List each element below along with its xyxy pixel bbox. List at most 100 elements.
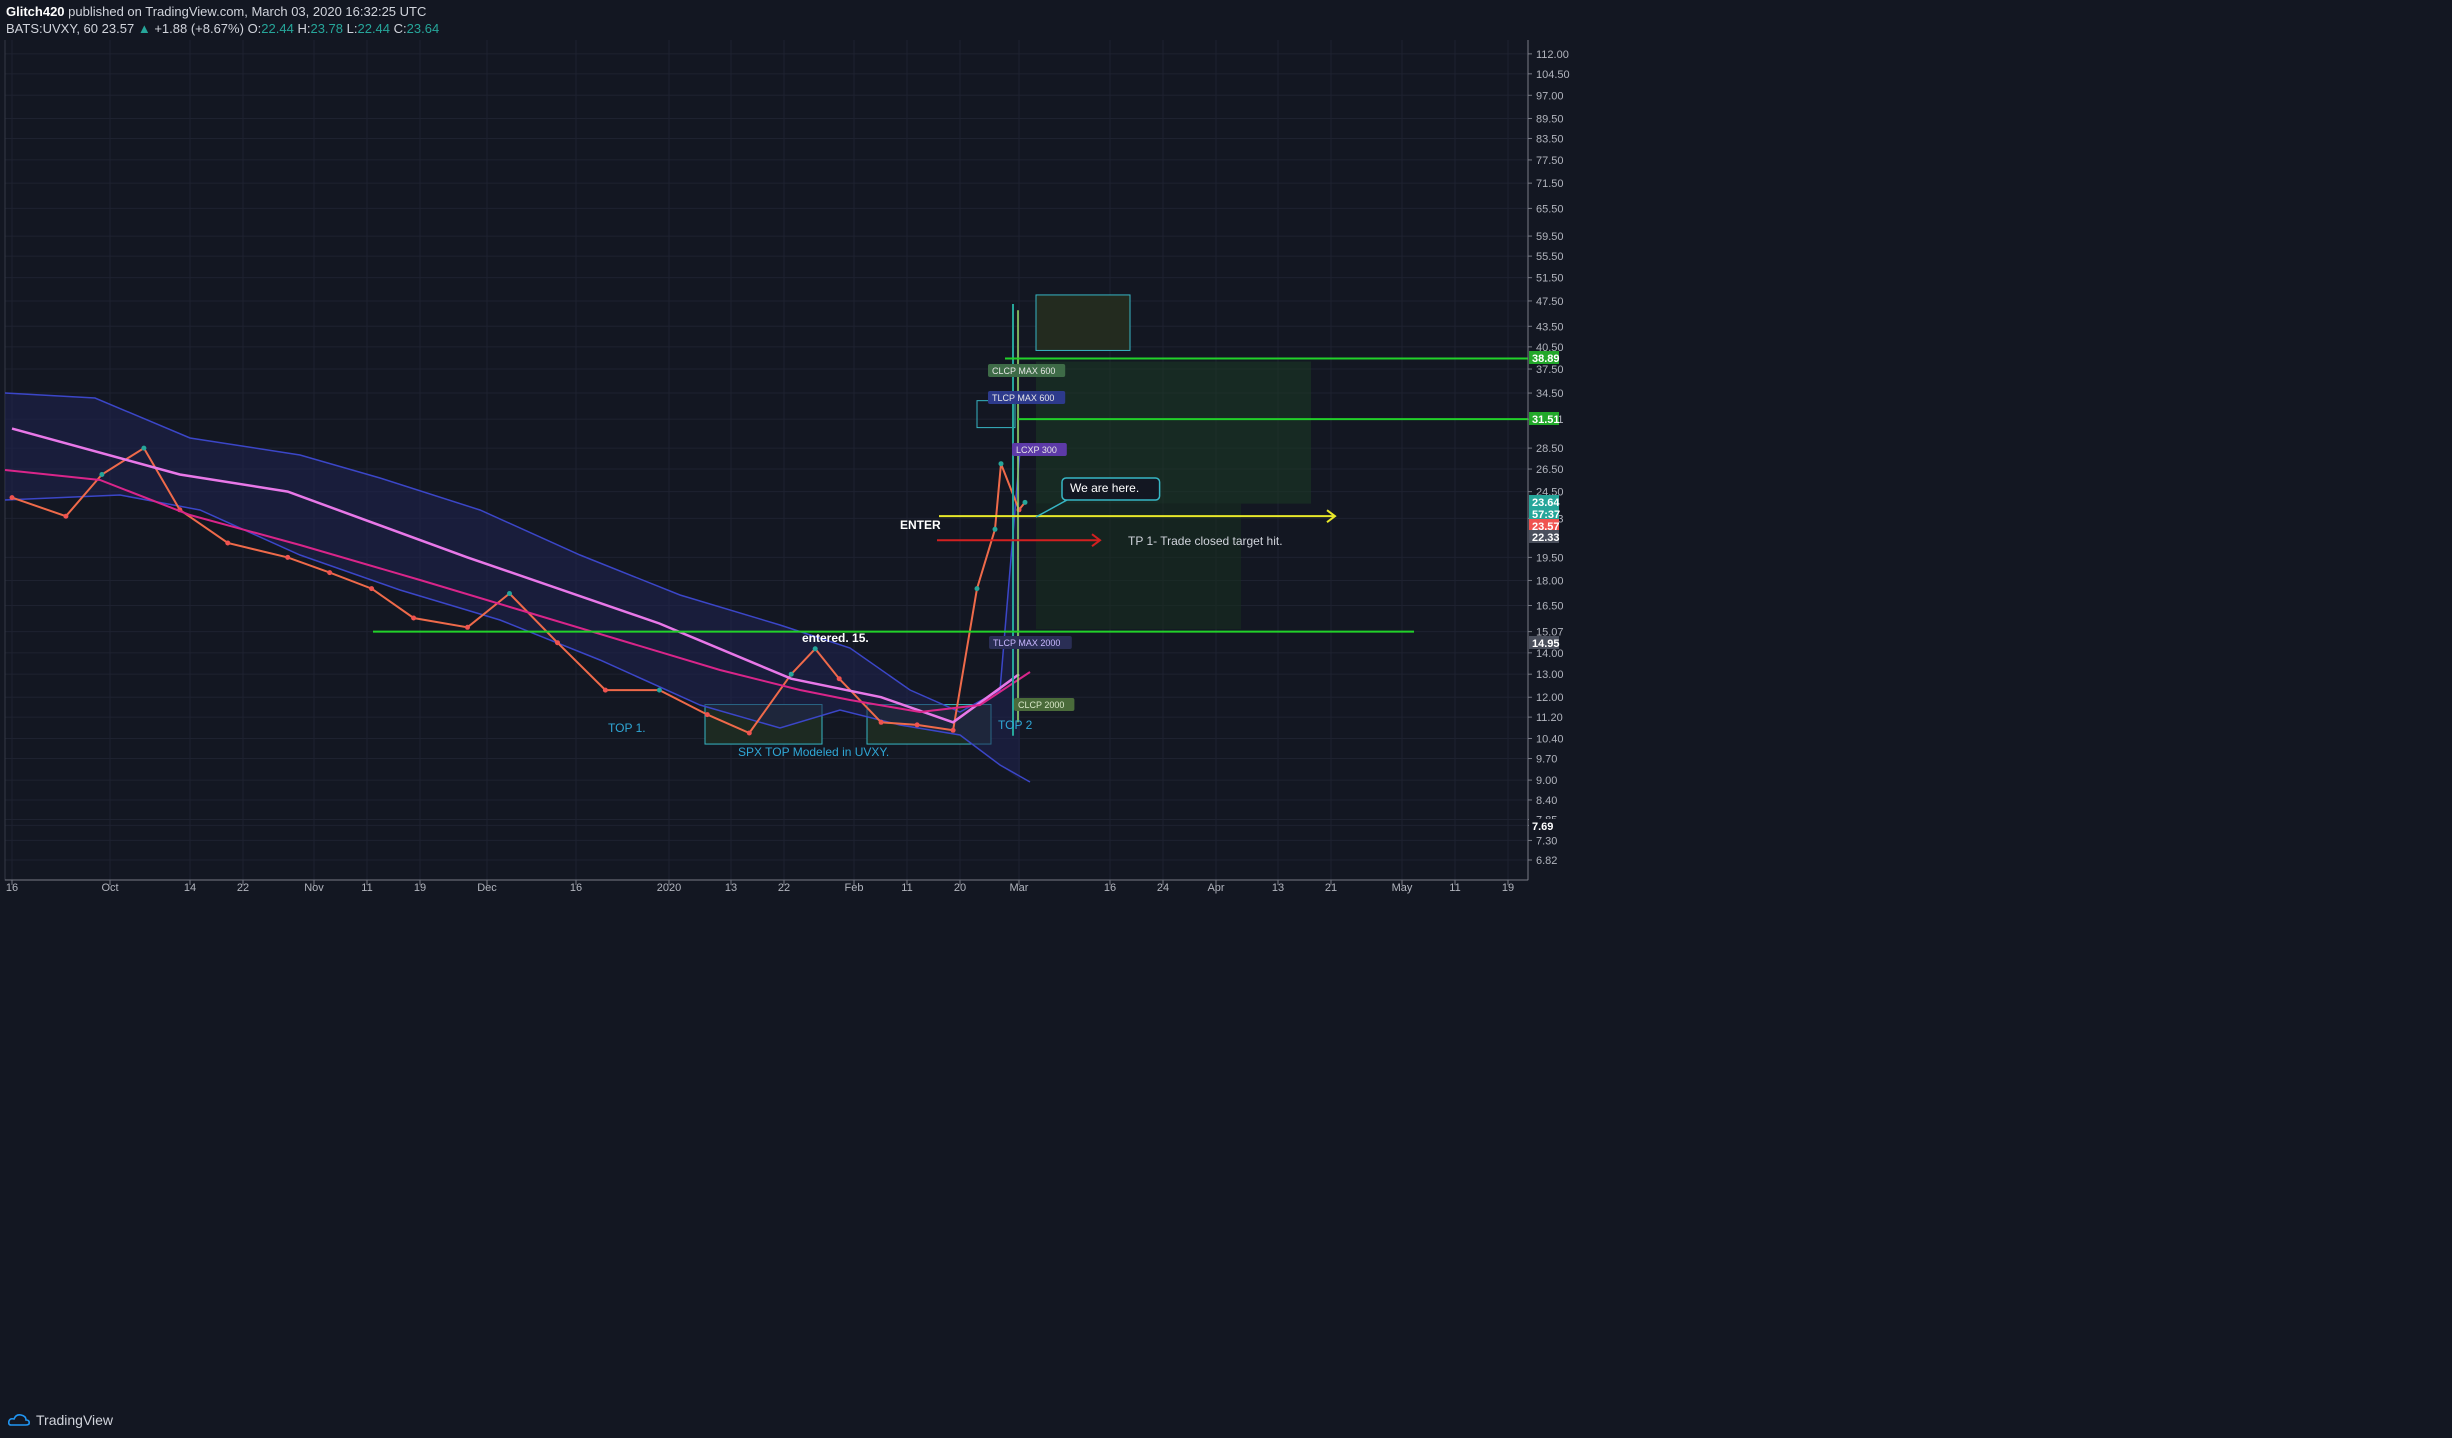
price-point [878,719,884,725]
chart-header: Glitch420 published on TradingView.com, … [0,0,2452,40]
time-tick-label: 21 [1325,882,1337,894]
annotation-label: CLCP MAX 600 [992,366,1055,376]
price-tick-label: 26.50 [1536,464,1564,476]
price-point [99,472,105,477]
price-tick-label: 89.50 [1536,113,1564,125]
price-point [9,495,15,501]
price-point [836,676,842,682]
price-point [285,554,291,560]
time-tick-label: 11 [901,882,912,894]
close-value: 23.64 [406,21,440,36]
price-tick-label: 97.00 [1536,90,1564,102]
time-tick-label: 16 [570,882,582,894]
price-axis[interactable]: 120.00 112.00 104.50 97.00 89.50 83.50 77.50 71… [1527,40,1570,880]
price-tick-label: 9.00 [1536,775,1557,787]
price-point [327,570,333,576]
annotation-label: TOP 2 [998,718,1033,732]
time-tick-label: 20 [954,882,966,894]
price-point [656,687,662,693]
price-label-value: 7.69 [1532,821,1553,833]
time-tick-label: 22 [778,882,790,894]
time-tick-label: 22 [237,882,249,894]
open-value: 22.44 [261,21,294,36]
time-tick-label: 13 [1272,882,1284,894]
price-tick-label: 71.50 [1536,178,1564,190]
annotation-label: entered. 15. [802,631,869,645]
time-tick-label: Mar [1010,882,1029,894]
time-tick-label: 14 [184,882,196,894]
price-tick-label: 77.50 [1536,155,1564,167]
time-tick-label: 16 [1104,882,1116,894]
price-point [555,640,560,646]
price-tick-label: 112.00 [1536,49,1569,61]
price-tick-label: 104.50 [1536,69,1570,81]
low-label: L: [346,21,358,36]
high-label: H: [297,21,311,36]
annotation-label: SPX TOP Modeled in UVXY. [738,745,889,759]
price-tick-label: 12.00 [1536,692,1564,704]
publish-info: published on TradingView.com, March 03, … [68,4,427,19]
time-tick-label: May [1392,882,1413,894]
price-tick-label: 8.40 [1536,795,1557,807]
price-tick-label: 59.50 [1536,231,1564,243]
price-point [602,687,608,693]
annotation-label: LCXP 300 [1016,445,1057,455]
author-name[interactable]: Glitch420 [6,4,65,19]
up-triangle-icon: ▲ [137,21,151,36]
price-label-value: 31.51 [1532,414,1560,426]
price-tick-label: 19.50 [1536,552,1564,564]
price-tick-label: 16.50 [1536,601,1564,613]
time-tick-label: 11 [1449,882,1460,894]
time-tick-label: 2020 [657,882,681,894]
chart-footer: TradingView [0,1404,2452,1438]
last-price: 23.57 [101,21,135,36]
high-value: 23.78 [310,21,344,36]
price-point [141,445,147,451]
price-point [998,461,1004,467]
time-tick-label: Oct [101,882,118,894]
annotation-label: TP 1- Trade closed target hit. [1128,534,1283,548]
price-point [788,671,794,677]
price-point [950,727,956,733]
symbol-label[interactable]: BATS:UVXY, 60 [6,21,98,36]
price-point [746,730,752,736]
annotation-label: ENTER [900,518,941,532]
price-point [225,540,231,546]
price-point [914,722,920,728]
price-point [974,586,980,592]
annotation-label: TLCP MAX 600 [992,393,1054,403]
price-point [411,615,417,621]
tradingview-logo[interactable]: TradingView [8,1412,113,1428]
brand-label: TradingView [36,1412,114,1428]
profit-zone-lower [1036,503,1241,630]
annotation-label: TOP 1. [608,721,646,735]
time-tick-label: Nov [304,882,324,894]
price-tick-label: 28.50 [1536,443,1564,455]
price-change: +1.88 (+8.67%) [154,21,244,36]
time-axis[interactable]: 16 Oct 14 22 Nov 11 19 Dec 16 2020 13 22 Feb 11 20 Mar 1… [5,879,1528,894]
annotation-label: TLCP MAX 2000 [993,638,1060,648]
price-point [369,586,375,592]
price-tick-label: 6.82 [1536,855,1557,867]
price-tick-label: 11.20 [1536,712,1563,724]
close-label: C: [393,21,407,36]
time-tick-label: 24 [1157,882,1169,894]
price-tick-label: 47.50 [1536,296,1564,308]
price-label-value: 38.89 [1532,353,1560,365]
price-tick-label: 55.50 [1536,251,1564,263]
price-label-value: 22.33 [1532,532,1560,544]
price-tick-label: 13.00 [1536,669,1564,681]
price-point [507,591,512,596]
time-tick-label: 16 [6,882,18,894]
ohlc-line: BATS:UVXY, 60 23.57 ▲ +1.88 (+8.67%) O:2… [6,21,439,36]
price-point [63,513,69,519]
open-label: O: [247,21,262,36]
price-tick-label: 83.50 [1536,133,1564,145]
time-tick-label: 13 [725,882,737,894]
price-point [465,624,470,630]
time-tick-label: 11 [361,882,372,894]
price-tick-label: 51.50 [1536,273,1564,285]
low-value: 22.44 [357,21,391,36]
price-tick-label: 10.40 [1536,733,1564,745]
price-chart[interactable]: ENTER We are here. TP 1- Trade closed targ… [0,40,2452,1404]
